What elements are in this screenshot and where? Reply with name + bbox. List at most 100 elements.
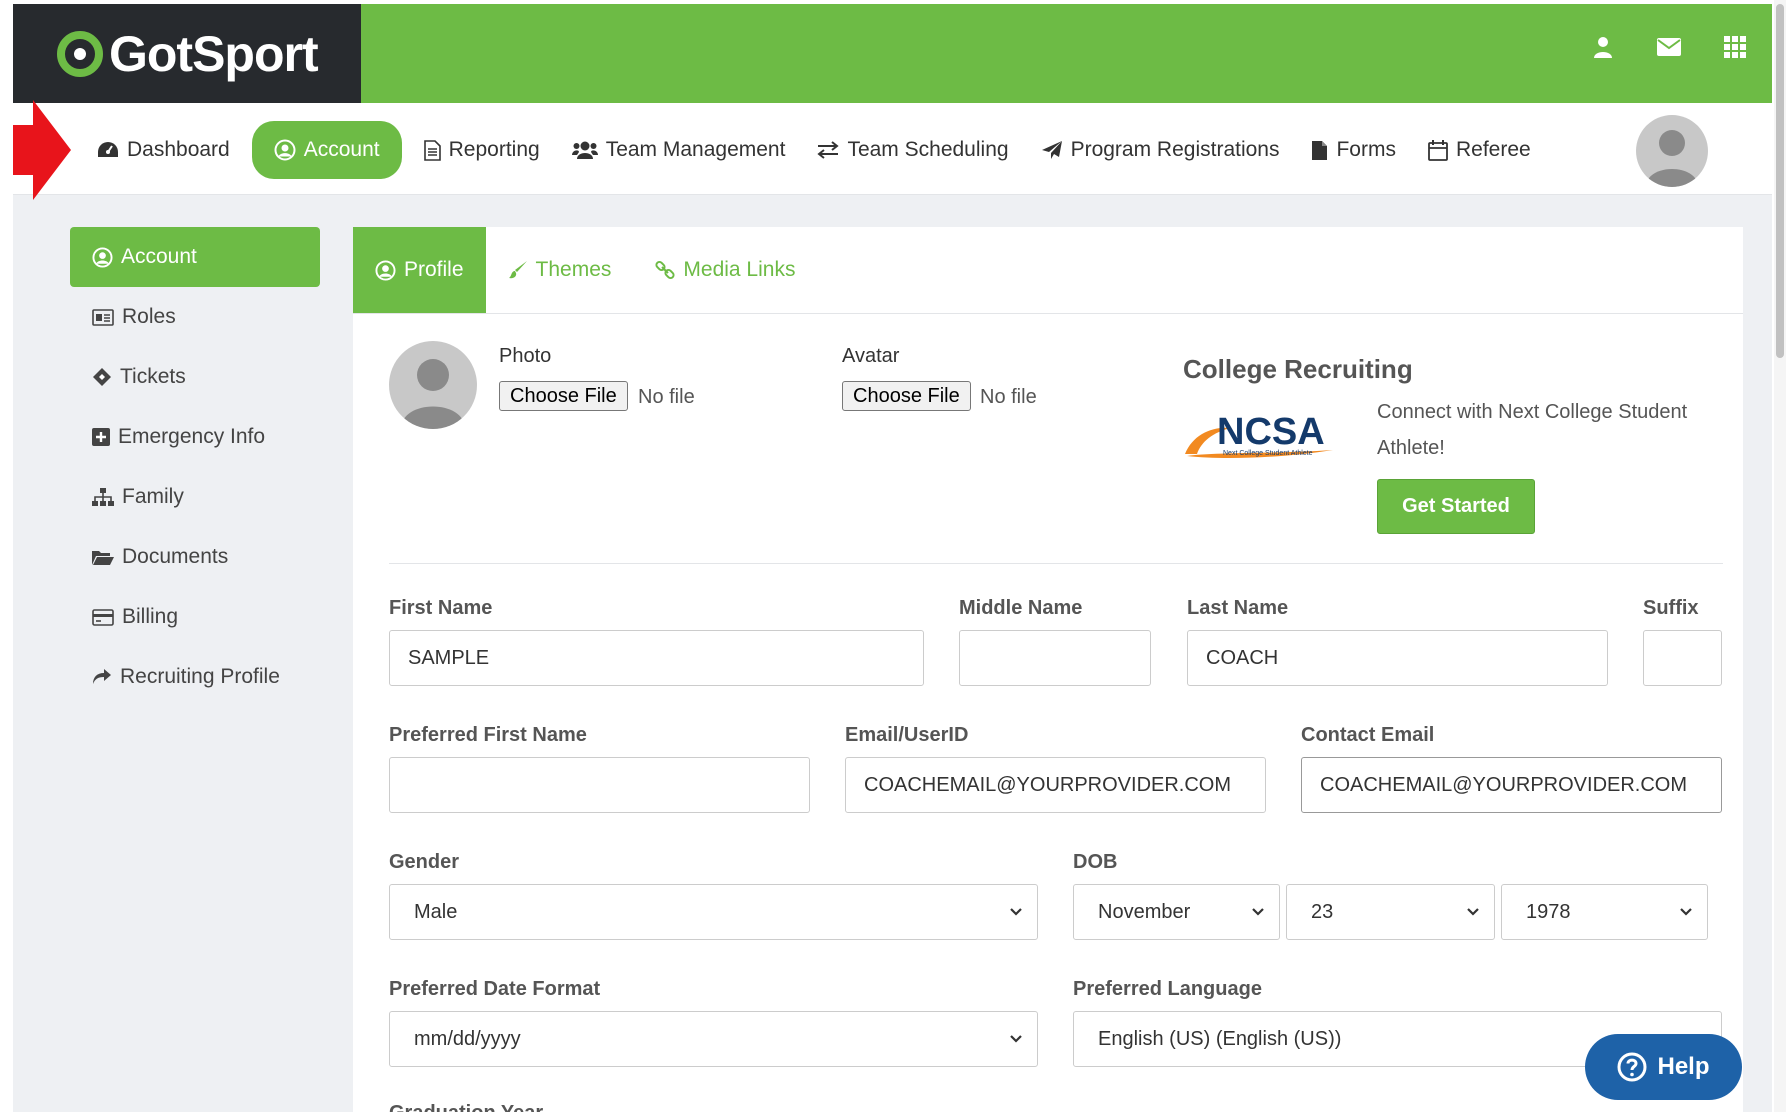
last-name-label: Last Name <box>1187 597 1289 619</box>
share-icon <box>93 669 111 684</box>
middle-name-field[interactable] <box>959 630 1151 686</box>
nav-item-label: Reporting <box>448 138 540 161</box>
preferred-first-name-field[interactable] <box>389 757 810 813</box>
tab-label: Themes <box>535 258 612 281</box>
dob-month-select[interactable]: November <box>1073 884 1280 940</box>
dob-label: DOB <box>1073 851 1118 873</box>
nav-item-reporting[interactable]: Reporting <box>408 121 556 179</box>
date-format-select[interactable]: mm/dd/yyyy <box>389 1011 1038 1067</box>
folder-open-icon <box>92 550 114 565</box>
grid-icon[interactable] <box>1722 34 1748 60</box>
chevron-down-icon <box>1467 908 1479 916</box>
nav-item-account[interactable]: Account <box>251 121 402 179</box>
ticket-icon <box>93 368 111 386</box>
dob-day-value: 23 <box>1311 900 1334 923</box>
first-name-field[interactable]: SAMPLE <box>389 630 924 686</box>
document-icon <box>1312 140 1328 160</box>
avatar-file-status: No file <box>980 386 1037 408</box>
language-label: Preferred Language <box>1073 978 1262 1000</box>
chevron-down-icon <box>1010 908 1022 916</box>
help-label: Help <box>1657 1053 1710 1080</box>
sidebar-item-roles[interactable]: Roles <box>70 287 320 347</box>
sidebar-item-emergency-info[interactable]: Emergency Info <box>70 407 320 467</box>
sidebar-item-tickets[interactable]: Tickets <box>70 347 320 407</box>
page-scrollbar[interactable] <box>1774 0 1786 1112</box>
tab-media-links[interactable]: Media Links <box>633 227 817 313</box>
date-format-label: Preferred Date Format <box>389 978 601 1000</box>
envelope-icon[interactable] <box>1656 34 1682 60</box>
preferred-first-name-label: Preferred First Name <box>389 724 587 746</box>
exchange-icon <box>817 141 840 159</box>
nav-item-label: Forms <box>1336 138 1396 161</box>
brand-name: GotSport <box>109 25 319 82</box>
credit-card-icon <box>92 608 114 626</box>
nav-item-label: Team Scheduling <box>847 138 1009 161</box>
tab-profile[interactable]: Profile <box>353 227 486 313</box>
language-value: English (US) (English (US)) <box>1098 1027 1342 1050</box>
photo-label: Photo <box>499 345 552 367</box>
contact-email-label: Contact Email <box>1301 724 1435 746</box>
contact-email-field[interactable]: COACHEMAIL@YOURPROVIDER.COM <box>1301 757 1722 813</box>
dob-year-value: 1978 <box>1526 900 1571 923</box>
ncsa-logo-tagline: Next College Student Athlete <box>1223 450 1313 457</box>
account-sidebar: Account Roles Tickets Emergency Info Fam… <box>70 227 320 707</box>
profile-photo-preview <box>389 341 477 429</box>
user-circle-icon <box>92 246 113 268</box>
gender-select-value: Male <box>414 900 458 923</box>
help-button[interactable]: Help <box>1585 1034 1742 1100</box>
college-recruiting-text: Connect with Next College Student Athlet… <box>1377 401 1688 459</box>
college-recruiting-title: College Recruiting <box>1183 354 1413 384</box>
date-format-value: mm/dd/yyyy <box>414 1027 521 1050</box>
tab-label: Profile <box>404 258 464 281</box>
tab-themes[interactable]: Themes <box>486 227 634 313</box>
nav-item-program-registrations[interactable]: Program Registrations <box>1025 121 1296 179</box>
dob-month-value: November <box>1098 900 1191 923</box>
profile-card: Profile Themes Media Links Photo Choose … <box>353 227 1743 1112</box>
avatar-choose-file-button[interactable]: Choose File <box>842 381 971 411</box>
sidebar-item-label: Documents <box>122 545 229 568</box>
sidebar-item-account[interactable]: Account <box>70 227 320 287</box>
gender-select[interactable]: Male <box>389 884 1038 940</box>
top-bar: GotSport <box>13 4 1772 103</box>
profile-avatar[interactable] <box>1636 115 1708 187</box>
suffix-field[interactable] <box>1643 630 1722 686</box>
user-icon[interactable] <box>1590 34 1616 60</box>
chevron-down-icon <box>1010 1035 1022 1043</box>
sidebar-item-documents[interactable]: Documents <box>70 527 320 587</box>
red-arrow-icon <box>13 100 71 200</box>
nav-item-team-scheduling[interactable]: Team Scheduling <box>801 121 1024 179</box>
sidebar-item-family[interactable]: Family <box>70 467 320 527</box>
scrollbar-thumb[interactable] <box>1776 4 1784 358</box>
get-started-button[interactable]: Get Started <box>1377 479 1535 534</box>
sidebar-item-label: Roles <box>122 305 176 328</box>
dob-year-select[interactable]: 1978 <box>1501 884 1708 940</box>
first-name-label: First Name <box>389 597 493 619</box>
sitemap-icon <box>92 488 114 506</box>
nav-item-dashboard[interactable]: Dashboard <box>81 121 246 179</box>
nav-item-referee[interactable]: Referee <box>1412 121 1547 179</box>
email-field[interactable]: COACHEMAIL@YOURPROVIDER.COM <box>845 757 1266 813</box>
sidebar-item-recruiting-profile[interactable]: Recruiting Profile <box>70 647 320 707</box>
id-card-icon <box>92 308 114 326</box>
users-icon <box>571 141 598 159</box>
sidebar-item-billing[interactable]: Billing <box>70 587 320 647</box>
brand-logo[interactable]: GotSport <box>13 4 361 103</box>
photo-choose-file-button[interactable]: Choose File <box>499 381 628 411</box>
nav-item-label: Referee <box>1455 138 1531 161</box>
ncsa-logo[interactable]: NCSA Next College Student Athlete <box>1183 404 1343 464</box>
nav-item-label: Team Management <box>605 138 786 161</box>
app-frame: GotSport Dashboard Account Reporting Tea… <box>13 4 1772 1112</box>
sidebar-item-label: Recruiting Profile <box>120 665 280 688</box>
gender-label: Gender <box>389 851 460 873</box>
nav-item-label: Account <box>303 138 380 161</box>
nav-item-team-management[interactable]: Team Management <box>556 121 802 179</box>
nav-item-forms[interactable]: Forms <box>1295 121 1412 179</box>
paper-plane-icon <box>1041 141 1062 159</box>
file-icon <box>423 139 441 161</box>
dob-day-select[interactable]: 23 <box>1286 884 1495 940</box>
logo-mark-icon <box>57 30 103 77</box>
section-divider <box>389 563 1723 564</box>
last-name-field[interactable]: COACH <box>1187 630 1608 686</box>
nav-item-label: Dashboard <box>127 138 230 161</box>
link-icon <box>655 260 675 280</box>
